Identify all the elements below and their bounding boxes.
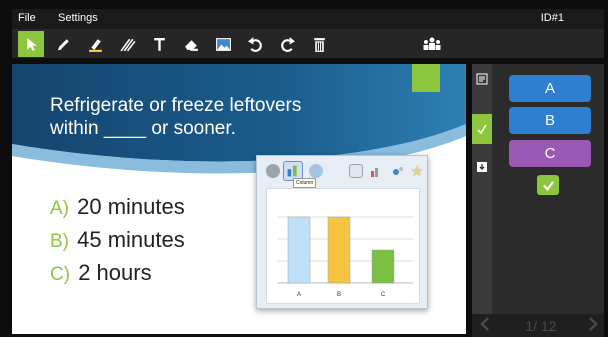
undo-icon <box>247 36 262 52</box>
x-tick-label: A <box>297 292 301 298</box>
session-id: ID#1 <box>540 12 564 24</box>
next-slide-button[interactable] <box>588 317 598 334</box>
chart-popup[interactable]: Column A B C <box>256 155 428 309</box>
answer-letter: C) <box>50 264 71 285</box>
pie-chart-icon[interactable] <box>309 164 323 178</box>
answer-option-a: A) 20 minutes <box>50 194 185 220</box>
prev-slide-button[interactable] <box>480 317 490 334</box>
notes-icon <box>476 73 488 85</box>
confirm-button[interactable] <box>537 175 559 195</box>
text-icon <box>153 37 165 51</box>
answer-option-b: B) 45 minutes <box>50 227 185 253</box>
pen-icon <box>57 38 69 50</box>
bar-a <box>287 216 311 284</box>
answer-button-label: B <box>544 112 555 129</box>
answer-text: 45 minutes <box>77 227 185 252</box>
star-icon[interactable] <box>410 164 424 178</box>
column-tooltip: Column <box>293 178 317 188</box>
column-chart: A B C <box>277 216 413 298</box>
delete-button[interactable] <box>306 31 332 57</box>
select-tool-button[interactable] <box>18 31 44 57</box>
cursor-arrow-icon <box>26 37 37 51</box>
answer-letter: B) <box>50 231 69 252</box>
eraser-icon <box>184 39 198 51</box>
x-tick-label: B <box>337 292 341 298</box>
chart-plot-area: A B C <box>266 188 420 304</box>
slide-pager: 1/ 12 <box>472 314 604 337</box>
check-list-icon <box>477 124 487 135</box>
highlighter-icon <box>88 38 102 52</box>
trash-icon <box>313 37 325 52</box>
question-line-1: Refrigerate or freeze leftovers <box>50 95 302 116</box>
checkmark-icon <box>542 180 554 191</box>
answer-button-label: C <box>544 145 556 162</box>
answer-option-c: C) 2 hours <box>50 260 152 286</box>
tab-download[interactable] <box>472 154 492 180</box>
answer-text: 2 hours <box>78 260 152 285</box>
back-circle-icon[interactable] <box>266 164 280 178</box>
eraser-tool-button[interactable] <box>178 31 204 57</box>
undo-button[interactable] <box>242 31 268 57</box>
page-indicator: 1/ 12 <box>525 318 557 334</box>
image-icon <box>215 37 231 51</box>
question-line-2: within ____ or sooner. <box>50 118 236 139</box>
tab-responses[interactable] <box>472 114 492 144</box>
line-tool-button[interactable] <box>114 31 140 57</box>
lines-icon <box>119 38 136 51</box>
chevron-right-icon <box>589 317 598 331</box>
slide-accent-square <box>412 64 440 92</box>
answer-button-label: A <box>544 80 555 97</box>
bar-c <box>371 249 395 284</box>
answer-button-b[interactable]: B <box>509 107 591 134</box>
chart-toolbar: Column <box>257 156 429 188</box>
tab-notes[interactable] <box>472 66 492 92</box>
redo-icon <box>280 36 295 52</box>
question-text: Refrigerate or freeze leftovers within _… <box>50 94 370 140</box>
answer-button-a[interactable]: A <box>509 75 591 102</box>
app-window: File Settings ID#1 Refrigerate or freeze… <box>0 0 608 337</box>
chevron-left-icon <box>480 317 489 331</box>
pen-tool-button[interactable] <box>50 31 76 57</box>
image-tool-button[interactable] <box>210 31 236 57</box>
side-tab-strip <box>472 64 492 334</box>
answer-letter: A) <box>50 198 69 219</box>
redo-button[interactable] <box>274 31 300 57</box>
table-icon[interactable] <box>349 164 363 178</box>
menu-settings[interactable]: Settings <box>58 12 98 24</box>
participants-icon <box>423 37 441 50</box>
toolbar <box>12 29 604 58</box>
text-tool-button[interactable] <box>146 31 172 57</box>
answer-button-c[interactable]: C <box>509 140 591 167</box>
highlighter-tool-button[interactable] <box>82 31 108 57</box>
menu-file[interactable]: File <box>18 12 36 24</box>
x-tick-label: C <box>381 292 386 298</box>
answer-text: 20 minutes <box>77 194 185 219</box>
participants-button[interactable] <box>418 31 446 57</box>
bar-chart-icon[interactable] <box>369 164 383 178</box>
bar-b <box>327 216 351 284</box>
menu-bar: File Settings ID#1 <box>12 9 604 29</box>
scatter-chart-icon[interactable] <box>391 164 405 178</box>
download-icon <box>477 162 487 172</box>
